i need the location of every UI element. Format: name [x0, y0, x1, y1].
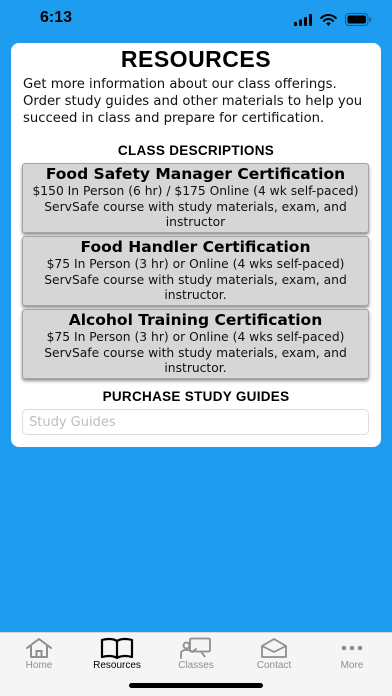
tab-label: Contact — [256, 660, 292, 671]
tab-label: Resources — [93, 660, 141, 671]
classes-icon — [157, 637, 235, 659]
home-indicator — [129, 683, 263, 688]
class-card-alcohol-training[interactable]: Alcohol Training Certification $75 In Pe… — [22, 309, 369, 379]
class-card-food-safety-manager[interactable]: Food Safety Manager Certification $150 I… — [22, 163, 369, 233]
tab-contact[interactable]: Contact — [235, 637, 313, 677]
status-icons — [294, 11, 372, 30]
tab-more[interactable]: More — [313, 637, 391, 677]
home-icon — [0, 637, 78, 659]
resources-card: RESOURCES Get more information about our… — [11, 43, 381, 447]
status-time: 6:13 — [40, 9, 73, 26]
tab-classes[interactable]: Classes — [157, 637, 235, 677]
intro-text: Get more information about our class off… — [23, 77, 363, 126]
class-card-food-handler[interactable]: Food Handler Certification $75 In Person… — [22, 236, 369, 306]
class-descriptions-heading: CLASS DESCRIPTIONS — [117, 143, 275, 158]
class-title: Food Handler Certification — [80, 238, 311, 256]
page-title: RESOURCES — [120, 46, 272, 72]
class-title: Alcohol Training Certification — [68, 311, 323, 329]
tab-resources[interactable]: Resources — [78, 637, 156, 677]
wifi-icon — [320, 11, 337, 30]
tab-label: More — [340, 660, 364, 671]
status-bar: 6:13 — [0, 0, 392, 38]
purchase-study-guides-heading: PURCHASE STUDY GUIDES — [102, 389, 290, 404]
tab-home[interactable]: Home — [0, 637, 78, 677]
study-guides-input[interactable] — [22, 409, 369, 435]
class-description: $75 In Person (3 hr) or Online (4 wks se… — [44, 330, 347, 375]
class-description: $150 In Person (6 hr) / $175 Online (4 w… — [32, 184, 359, 229]
battery-icon — [345, 11, 372, 30]
class-description: $75 In Person (3 hr) or Online (4 wks se… — [44, 257, 347, 302]
more-icon — [313, 637, 391, 659]
cellular-signal-icon — [294, 11, 312, 30]
book-icon — [78, 637, 156, 659]
mail-icon — [235, 637, 313, 659]
tab-label: Home — [25, 660, 53, 671]
class-title: Food Safety Manager Certification — [45, 165, 346, 183]
tab-label: Classes — [178, 660, 214, 671]
